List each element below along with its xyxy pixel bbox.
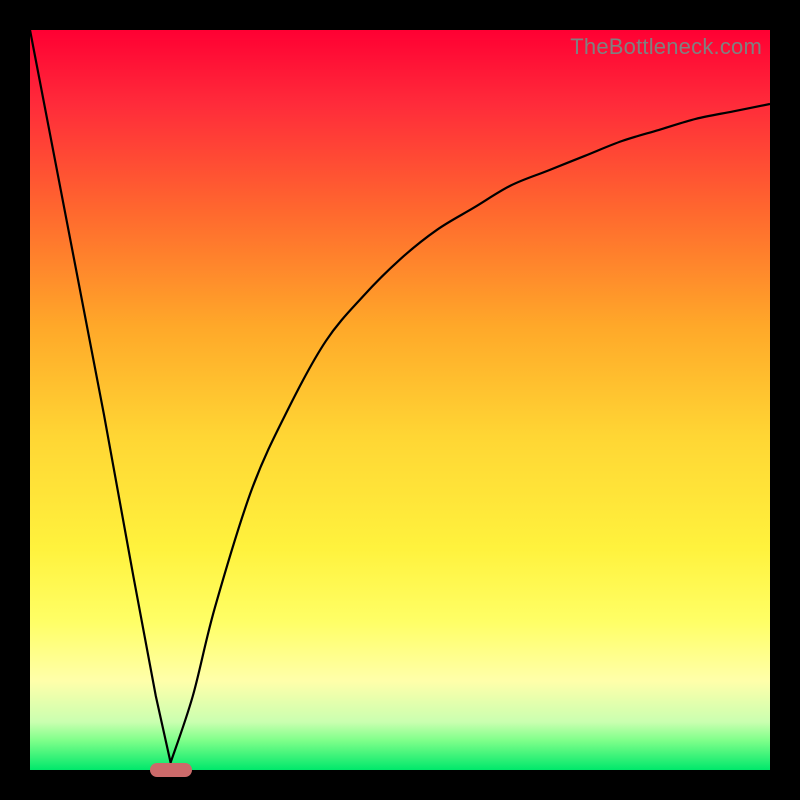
chart-frame: TheBottleneck.com xyxy=(0,0,800,800)
bottleneck-curve xyxy=(30,30,770,770)
plot-area: TheBottleneck.com xyxy=(30,30,770,770)
curve-path xyxy=(30,30,770,763)
watermark-text: TheBottleneck.com xyxy=(570,34,762,60)
optimum-marker xyxy=(150,763,192,777)
